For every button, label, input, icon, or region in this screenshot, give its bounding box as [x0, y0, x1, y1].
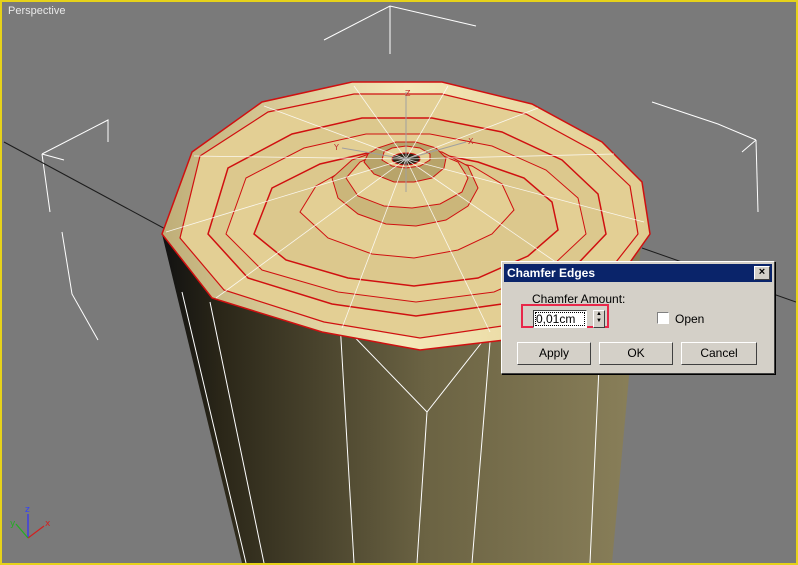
- cancel-button[interactable]: Cancel: [681, 342, 757, 365]
- grid-line: [3, 141, 183, 239]
- close-button[interactable]: ×: [754, 266, 770, 280]
- close-icon: ×: [758, 266, 766, 278]
- axis-tripod: [15, 514, 45, 539]
- dialog-title: Chamfer Edges: [507, 266, 596, 280]
- pivot-label-y: Y: [333, 143, 339, 152]
- chamfer-edges-dialog: Chamfer Edges × Chamfer Amount: ▲ ▼ Open…: [501, 261, 775, 374]
- apply-button[interactable]: Apply: [517, 342, 591, 365]
- viewport-label[interactable]: Perspective: [8, 5, 65, 17]
- axis-label-y: y: [10, 519, 16, 529]
- open-label[interactable]: Open: [675, 312, 704, 326]
- amount-spinner[interactable]: ▲ ▼: [593, 310, 605, 328]
- axis-label-x: x: [45, 519, 51, 529]
- axis-label-z: z: [25, 505, 30, 515]
- ok-button[interactable]: OK: [599, 342, 673, 365]
- open-checkbox[interactable]: [657, 312, 669, 324]
- spinner-down-icon[interactable]: ▼: [594, 318, 604, 325]
- pivot-label-x: X: [468, 137, 474, 146]
- spinner-up-icon[interactable]: ▲: [594, 311, 604, 318]
- pivot-label-z: Z: [405, 89, 411, 98]
- chamfer-amount-input[interactable]: [533, 310, 587, 328]
- dialog-title-bar[interactable]: Chamfer Edges ×: [504, 264, 772, 282]
